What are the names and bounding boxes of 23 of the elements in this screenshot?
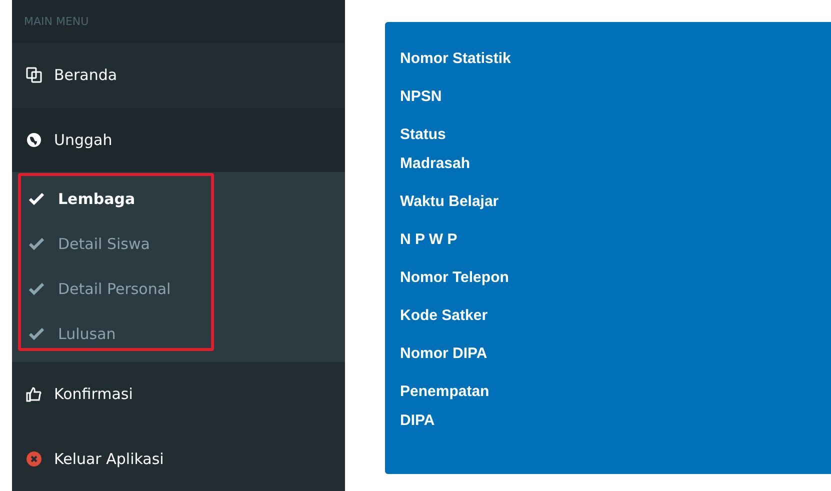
submenu-item[interactable]: Detail Personal <box>12 266 345 311</box>
check-icon <box>29 282 44 294</box>
field-label: N P W P <box>400 230 458 250</box>
field-label: Kode Satker <box>400 306 488 326</box>
field-label: Nomor Statistik <box>400 49 511 69</box>
field-label: Nomor DIPA <box>400 344 488 364</box>
field-label: Penempatan DIPA <box>400 382 490 431</box>
close-icon <box>26 450 42 467</box>
check-icon <box>29 328 44 340</box>
field-label: Waktu Belajar <box>400 192 499 212</box>
copy-icon <box>26 67 42 84</box>
submenu-item[interactable]: Lulusan <box>12 311 345 356</box>
sidebar-item[interactable]: Unggah <box>12 108 345 172</box>
submenu-item[interactable]: Detail Siswa <box>12 221 345 266</box>
submenu-item[interactable]: Lembaga <box>12 176 345 221</box>
field-label: Nomor Telepon <box>400 268 509 288</box>
globe-icon <box>26 132 42 148</box>
field-label: NPSN <box>400 87 442 107</box>
check-icon <box>29 192 44 204</box>
check-icon <box>29 238 44 250</box>
thumbs-up-icon <box>26 386 42 402</box>
field-label: Status Madrasah <box>400 125 470 174</box>
menu-header: MAIN MENU <box>24 15 89 28</box>
